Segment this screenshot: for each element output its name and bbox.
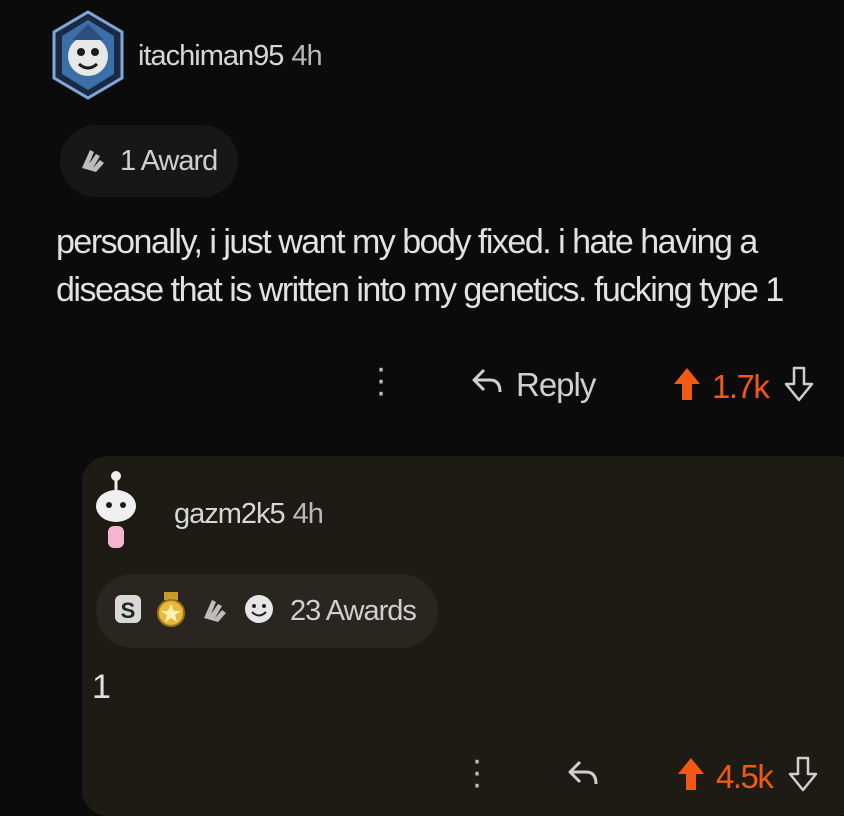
reply-arrow-icon [470, 366, 504, 404]
more-options-icon[interactable]: · · · [374, 351, 388, 409]
snoo-avatar-icon[interactable] [92, 464, 140, 560]
gold-award-icon [154, 590, 188, 633]
comment: itachiman95 4h 1 Award personally, i just… [0, 0, 844, 450]
comment-body-line: personally, i just want my body fixed. i… [56, 223, 758, 261]
reply-actions: · · · 4.5k [0, 743, 844, 801]
award-count: 23 Awards [290, 594, 417, 627]
awards-badge[interactable]: S 23 Awards [96, 574, 438, 648]
comment-body: personally, i just want my body fixed. i… [56, 218, 836, 314]
reply-author[interactable]: gazm2k5 4h [174, 498, 324, 531]
svg-text:S: S [121, 598, 136, 623]
upvote-arrow-icon[interactable] [676, 756, 706, 797]
silver-award-icon: S [112, 592, 144, 631]
reply-button[interactable] [566, 758, 600, 793]
comment-actions: · · · Reply 1.7k [0, 351, 844, 416]
reply-body: 1 [92, 668, 111, 706]
reply-button[interactable]: Reply [470, 366, 596, 404]
award-count: 1 Award [120, 144, 218, 177]
vote-controls: 4.5k [676, 756, 818, 797]
comment-body-line: disease that is written into my genetics… [56, 271, 784, 309]
wholesome-award-icon [242, 592, 276, 631]
upvote-arrow-icon[interactable] [672, 366, 702, 407]
score: 1.7k [712, 367, 770, 405]
reply-arrow-icon [566, 760, 600, 792]
downvote-arrow-icon[interactable] [788, 756, 818, 797]
award-badge[interactable]: 1 Award [60, 125, 238, 197]
hands-award-icon [76, 142, 110, 181]
score: 4.5k [716, 757, 774, 795]
reply-label: Reply [516, 366, 596, 403]
username[interactable]: gazm2k5 [174, 498, 286, 530]
comment-author[interactable]: itachiman95 4h [138, 40, 323, 73]
more-options-icon[interactable]: · · · [470, 743, 484, 801]
downvote-arrow-icon[interactable] [784, 366, 814, 407]
hands-award-icon [198, 592, 232, 631]
username[interactable]: itachiman95 [138, 40, 284, 72]
vote-controls: 1.7k [672, 366, 814, 407]
avatar-icon[interactable] [52, 10, 124, 100]
timestamp: 4h [291, 40, 322, 72]
timestamp: 4h [292, 498, 324, 530]
